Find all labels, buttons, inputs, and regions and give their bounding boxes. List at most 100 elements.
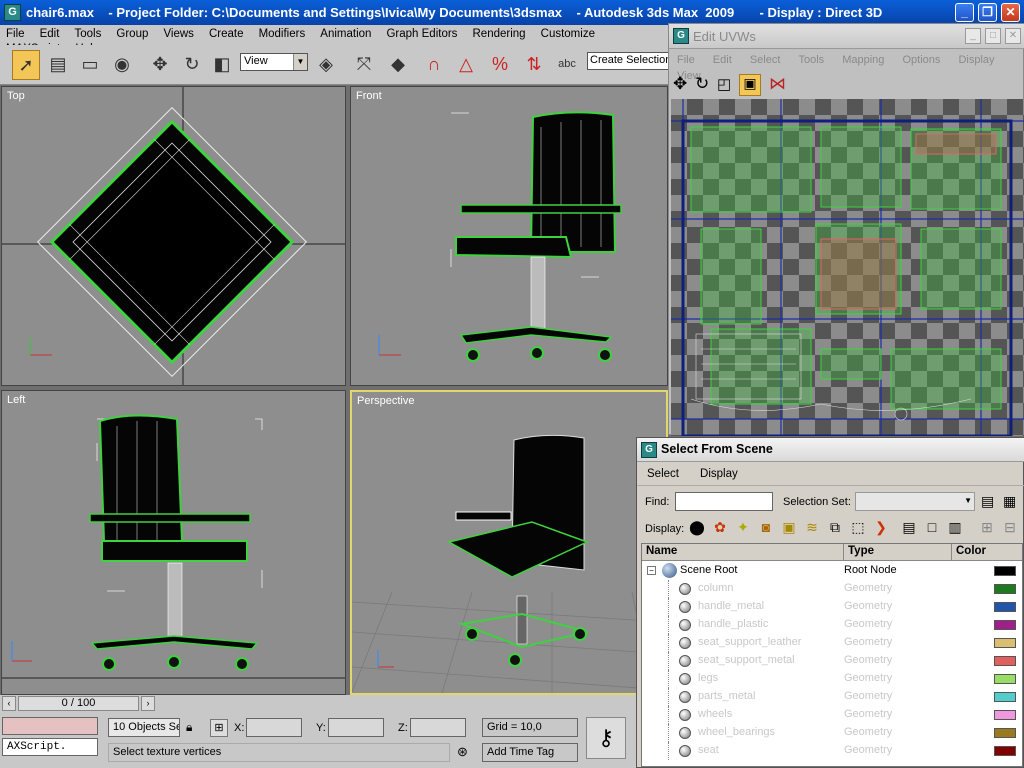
chevron-right-icon[interactable]: › <box>141 696 155 711</box>
viewport-label[interactable]: Left <box>7 394 25 406</box>
move-icon[interactable]: ✥ <box>673 74 687 94</box>
xref-filter-icon[interactable]: ⬚ <box>848 519 868 539</box>
align-icon[interactable]: ◆ <box>384 50 412 80</box>
uvw-titlebar[interactable]: G Edit UVWs _ □ ✕ <box>669 24 1024 49</box>
close-icon[interactable]: ✕ <box>1005 28 1021 44</box>
menu-customize[interactable]: Customize <box>535 25 601 40</box>
table-row[interactable]: wheels Geometry <box>642 706 1022 724</box>
viewport-label[interactable]: Perspective <box>357 395 414 407</box>
display-all-icon[interactable]: ▤ <box>899 519 919 539</box>
viewport-left[interactable]: Left <box>1 390 346 695</box>
viewport-front[interactable]: Front <box>350 86 668 386</box>
group-filter-icon[interactable]: ⧉ <box>825 519 845 539</box>
display-invert-icon[interactable]: ▥ <box>945 519 965 539</box>
z-coord-field[interactable] <box>410 718 466 737</box>
light-filter-icon[interactable]: ✦ <box>733 519 753 539</box>
hierarchy-icon[interactable]: ⊞ <box>977 519 997 539</box>
maximize-icon[interactable]: □ <box>985 28 1001 44</box>
uvw-editor-canvas[interactable] <box>671 99 1024 436</box>
uvw-menu-file[interactable]: File <box>669 50 702 66</box>
table-row[interactable]: wheel_bearings Geometry <box>642 724 1022 742</box>
table-row[interactable]: seat Geometry <box>642 742 1022 760</box>
time-slider-thumb[interactable]: 0 / 100 <box>18 696 139 711</box>
selection-set-save-icon[interactable]: ▦ <box>1003 493 1016 510</box>
camera-filter-icon[interactable]: ◙ <box>756 519 776 539</box>
y-coord-field[interactable] <box>328 718 384 737</box>
menu-graph-editors[interactable]: Graph Editors <box>380 25 463 40</box>
column-header-name[interactable]: Name <box>642 544 844 561</box>
uvw-menu-select[interactable]: Select <box>742 50 788 66</box>
rotate-icon[interactable]: ↻ <box>178 50 206 80</box>
time-tag-icon[interactable]: ⊛ <box>457 744 468 760</box>
menu-views[interactable]: Views <box>157 25 199 40</box>
key-icon[interactable]: ⚷ <box>586 717 626 759</box>
geometry-filter-icon[interactable]: ⬤ <box>687 519 707 539</box>
uvw-menu-options[interactable]: Options <box>894 50 947 66</box>
uvw-menu-tools[interactable]: Tools <box>790 50 831 66</box>
column-header-color[interactable]: Color <box>952 544 1022 561</box>
add-time-tag-button[interactable]: Add Time Tag <box>482 743 578 762</box>
select-arrow-icon[interactable]: ➚ <box>12 50 40 80</box>
table-row[interactable]: seat_support_metal Geometry <box>642 652 1022 670</box>
spacewarp-filter-icon[interactable]: ≋ <box>802 519 822 539</box>
select-by-name-icon[interactable]: ▤ <box>44 50 72 80</box>
app-icon[interactable]: G <box>4 4 21 21</box>
chevron-down-icon[interactable]: ▼ <box>293 54 307 70</box>
sfs-menu-display[interactable]: Display <box>690 464 746 480</box>
viewport-top[interactable]: Top <box>1 86 346 386</box>
shape-filter-icon[interactable]: ✿ <box>710 519 730 539</box>
lock-icon[interactable]: 🔒︎ <box>186 720 192 735</box>
menu-edit[interactable]: Edit <box>34 25 66 40</box>
minimize-icon[interactable]: _ <box>965 28 981 44</box>
table-row[interactable]: seat_support_leather Geometry <box>642 634 1022 652</box>
rotate-icon[interactable]: ↻ <box>695 74 709 94</box>
time-slider-track[interactable]: ‹ 0 / 100 › <box>0 695 636 713</box>
sfs-titlebar[interactable]: G Select From Scene <box>637 438 1024 462</box>
selection-set-edit-icon[interactable]: ▤ <box>981 493 994 510</box>
angle-snap-icon[interactable]: △ <box>452 50 480 80</box>
uvw-menu-display[interactable]: Display <box>950 50 1001 66</box>
uvw-menu-mapping[interactable]: Mapping <box>834 50 891 66</box>
table-row[interactable]: legs Geometry <box>642 670 1022 688</box>
scale-icon[interactable]: ◧ <box>208 50 236 80</box>
rect-select-icon[interactable]: ▭ <box>76 50 104 80</box>
dependents-icon[interactable]: ⊟ <box>1000 519 1020 539</box>
sfs-menu-select[interactable]: Select <box>637 464 687 480</box>
scale-icon[interactable]: ◰ <box>717 75 731 93</box>
freeform-icon[interactable]: ▣ <box>739 74 761 96</box>
pivot-icon[interactable]: ◈ <box>312 50 340 80</box>
collapse-icon[interactable]: − <box>647 566 656 575</box>
selection-set-dropdown[interactable]: ▼ <box>855 492 975 511</box>
find-input[interactable] <box>675 492 773 511</box>
mirror-icon[interactable]: ⋈ <box>769 74 786 94</box>
minimize-button[interactable]: _ <box>955 3 974 22</box>
reference-coord-dropdown[interactable]: View ▼ <box>240 53 308 71</box>
window-crossing-icon[interactable]: ◉ <box>108 50 136 80</box>
menu-file[interactable]: File <box>0 25 31 40</box>
menu-group[interactable]: Group <box>110 25 154 40</box>
table-row[interactable]: parts_metal Geometry <box>642 688 1022 706</box>
mirror-icon[interactable]: ⤧ <box>350 50 378 80</box>
maxscript-listener-white[interactable]: AXScript. <box>2 738 98 756</box>
table-row-root[interactable]: − Scene Root Root Node <box>642 562 1022 580</box>
spinner-snap-icon[interactable]: ⇅ <box>520 50 548 80</box>
uvw-menu-edit[interactable]: Edit <box>705 50 739 66</box>
snap3-icon[interactable]: ∩ <box>420 50 448 80</box>
viewport-label[interactable]: Top <box>7 90 25 102</box>
chevron-left-icon[interactable]: ‹ <box>2 696 16 711</box>
viewport-perspective[interactable]: Perspective <box>350 390 668 695</box>
viewport-label[interactable]: Front <box>356 90 382 102</box>
column-header-type[interactable]: Type <box>844 544 952 561</box>
menu-rendering[interactable]: Rendering <box>467 25 532 40</box>
table-row[interactable]: handle_metal Geometry <box>642 598 1022 616</box>
maximize-button[interactable]: ❐ <box>978 3 997 22</box>
table-row[interactable]: column Geometry <box>642 580 1022 598</box>
table-row[interactable]: handle_plastic Geometry <box>642 616 1022 634</box>
menu-create[interactable]: Create <box>203 25 250 40</box>
bone-filter-icon[interactable]: ❯ <box>871 519 891 539</box>
named-selection-icon[interactable]: abc <box>553 50 581 80</box>
helper-filter-icon[interactable]: ▣ <box>779 519 799 539</box>
display-none-icon[interactable]: □ <box>922 519 942 539</box>
absolute-mode-icon[interactable]: ⊞ <box>210 719 228 737</box>
move-icon[interactable]: ✥ <box>146 50 174 80</box>
